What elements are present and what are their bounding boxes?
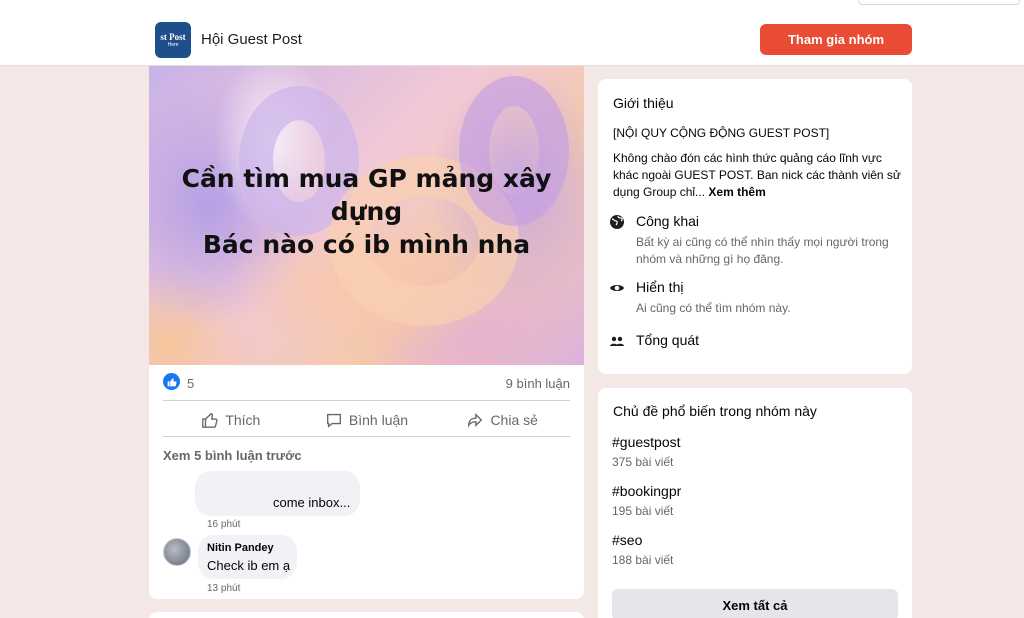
see-all-button[interactable]: Xem tất cả <box>612 589 898 618</box>
top-strip <box>0 0 1024 14</box>
topic-hashtag[interactable]: #seo <box>612 532 642 548</box>
topics-title: Chủ đề phổ biến trong nhóm này <box>613 403 817 419</box>
post-text-line: Cần tìm mua GP mảng xây <box>181 164 552 193</box>
eye-icon <box>610 285 624 291</box>
people-icon <box>610 336 624 346</box>
comment-author[interactable]: Nitin Pandey <box>207 542 274 554</box>
see-more-link[interactable]: Xem thêm <box>708 185 765 199</box>
share-label: Chia sẻ <box>490 412 538 428</box>
reaction-count[interactable]: 5 <box>187 376 194 391</box>
share-icon <box>468 412 483 428</box>
topic-hashtag[interactable]: #bookingpr <box>612 483 681 499</box>
comment-bubble: Nitin Pandey Check ib em ạ <box>198 535 297 579</box>
like-label: Thích <box>225 412 261 428</box>
comment-time[interactable]: 16 phút <box>207 519 240 530</box>
about-item-desc: Bất kỳ ai cũng có thể nhìn thấy mọi ngườ… <box>636 235 889 266</box>
search-box-edge[interactable] <box>858 0 1020 5</box>
next-post-card <box>149 612 584 618</box>
divider <box>163 400 570 401</box>
reaction-bar: 5 9 bình luận <box>163 372 570 394</box>
topic-post-count: 195 bài viết <box>612 504 674 518</box>
join-group-button[interactable]: Tham gia nhóm <box>760 24 912 55</box>
comment-icon <box>326 413 341 428</box>
group-name[interactable]: Hội Guest Post <box>201 31 302 48</box>
about-title: Giới thiệu <box>613 95 674 111</box>
view-previous-comments-link[interactable]: Xem 5 bình luận trước <box>163 448 302 463</box>
about-item-title: Hiển thị <box>636 279 684 295</box>
comment-bubble: come inbox... <box>195 471 360 516</box>
group-logo[interactable]: st Post Here <box>155 22 191 58</box>
about-description: Không chào đón các hình thức quảng cáo l… <box>613 150 903 201</box>
like-reaction-icon[interactable] <box>163 373 180 390</box>
comment-time[interactable]: 13 phút <box>207 583 240 594</box>
comment-text: come inbox... <box>273 495 351 510</box>
about-item-desc: Ai cũng có thể tìm nhóm này. <box>636 301 791 315</box>
share-button[interactable]: Chia sẻ <box>434 403 570 437</box>
about-card: Giới thiệu [NỘI QUY CỘNG ĐỘNG GUEST POST… <box>598 79 912 374</box>
topic-post-count: 375 bài viết <box>612 455 674 469</box>
group-header: st Post Here Hội Guest Post Tham gia nhó… <box>0 14 1024 66</box>
post-background-image[interactable]: Cần tìm mua GP mảng xây dựng Bác nào có … <box>149 66 584 365</box>
about-item-visible: Hiển thị Ai cũng có thể tìm nhóm này. <box>609 279 899 319</box>
globe-icon <box>610 215 624 229</box>
post-card: Cần tìm mua GP mảng xây dựng Bác nào có … <box>149 66 584 599</box>
avatar[interactable] <box>163 538 191 566</box>
about-item-title: Tổng quát <box>636 332 700 348</box>
thumbs-up-icon <box>202 413 218 428</box>
about-item-public: Công khai Bất kỳ ai cũng có thể nhìn thấ… <box>609 213 899 266</box>
comment-text: Check ib em ạ <box>207 558 291 573</box>
comment-label: Bình luận <box>348 412 409 428</box>
topic-hashtag[interactable]: #guestpost <box>612 434 681 450</box>
topic-post-count: 188 bài viết <box>612 553 674 567</box>
about-rules: [NỘI QUY CỘNG ĐỘNG GUEST POST] <box>613 126 830 140</box>
comment-count[interactable]: 9 bình luận <box>506 376 570 391</box>
popular-topics-card: Chủ đề phổ biến trong nhóm này #guestpos… <box>598 388 912 618</box>
group-logo-text: st Post <box>160 31 186 42</box>
divider <box>163 436 570 437</box>
post-text-line: dựng <box>330 197 403 226</box>
group-logo-subtext: Here <box>167 41 179 48</box>
like-button[interactable]: Thích <box>163 403 299 437</box>
about-item-title: Công khai <box>636 213 700 229</box>
post-actions: Thích Bình luận Chia sẻ <box>163 403 570 437</box>
comment-button[interactable]: Bình luận <box>299 403 435 437</box>
post-text: Cần tìm mua GP mảng xây dựng Bác nào có … <box>149 162 584 261</box>
post-text-line: Bác nào có ib mình nha <box>202 230 531 259</box>
about-item-general: Tổng quát <box>609 332 899 352</box>
